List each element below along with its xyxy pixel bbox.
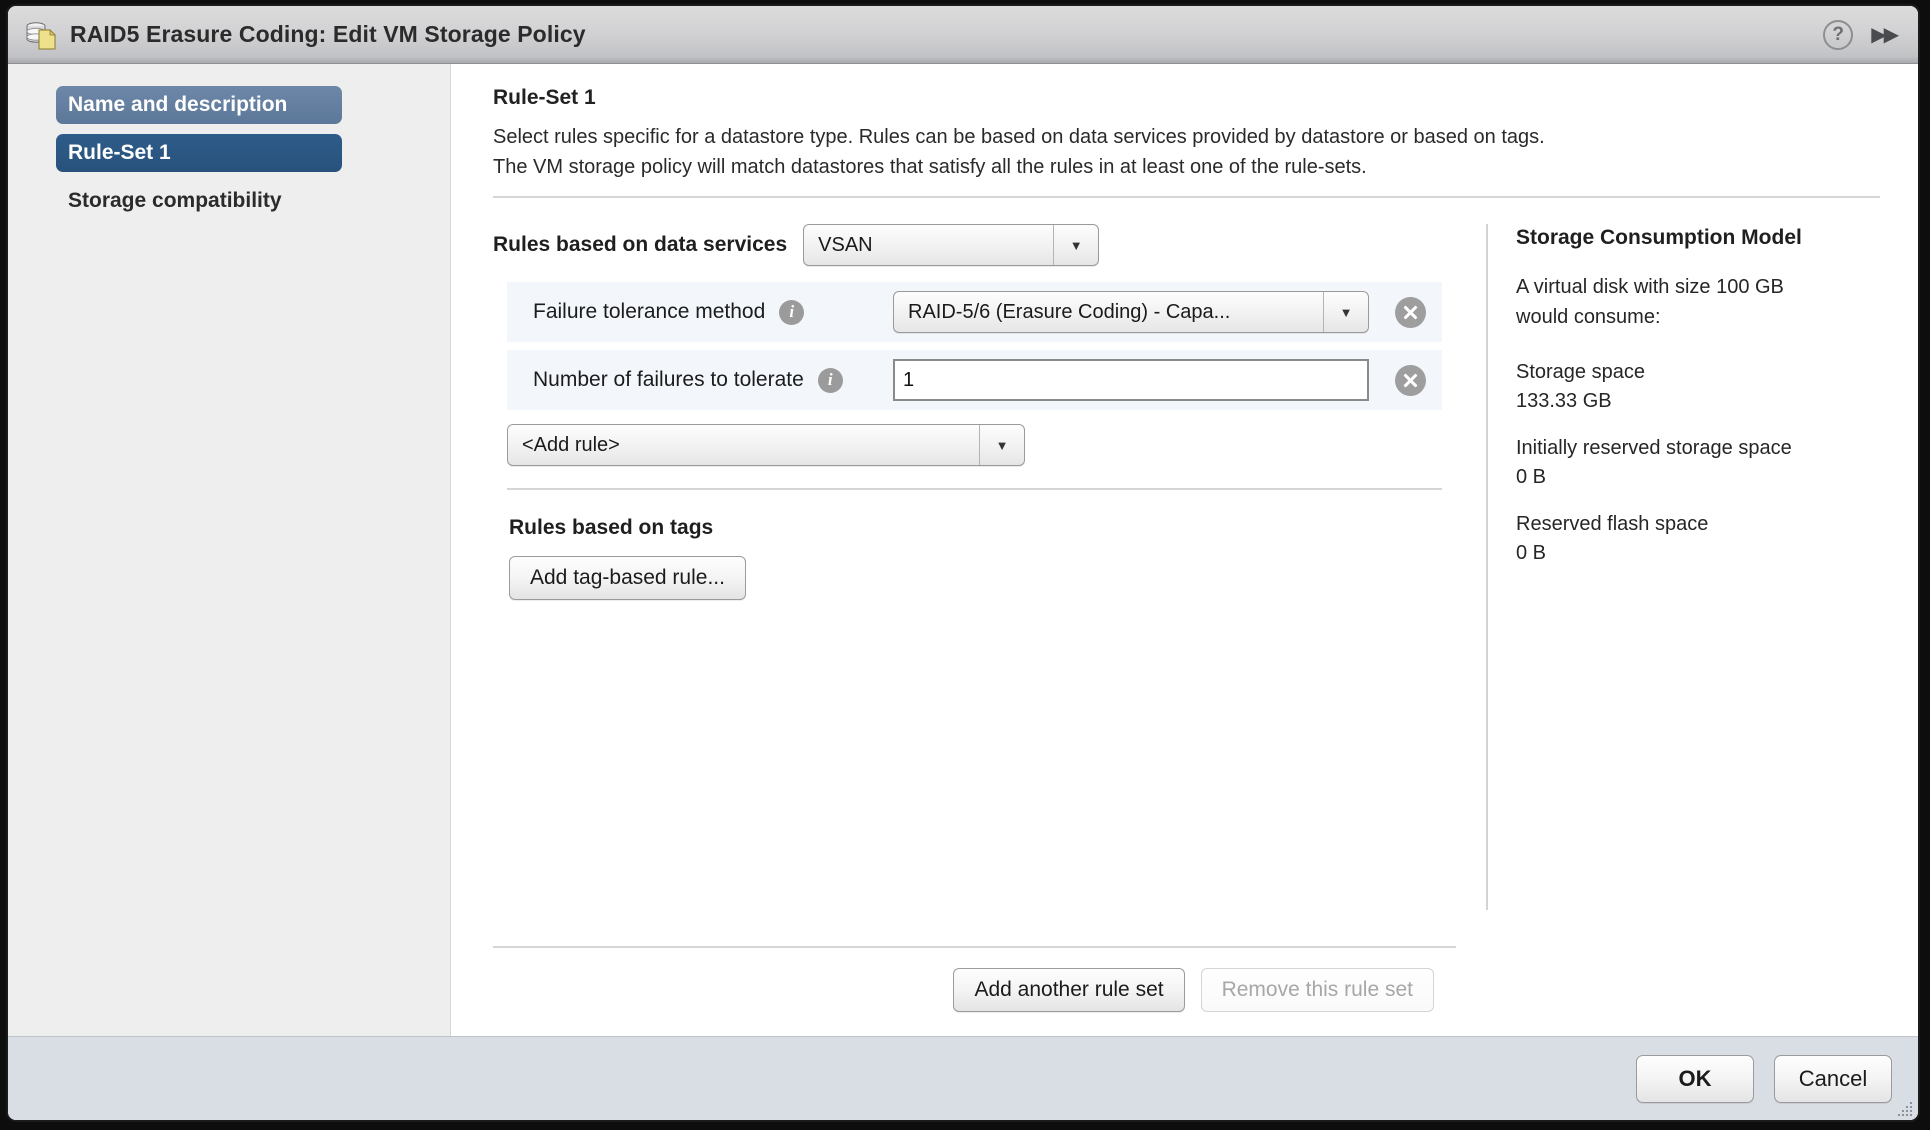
data-services-dropdown[interactable]: VSAN ▼ (803, 224, 1099, 266)
sidebar-item-label: Name and description (68, 93, 287, 117)
data-services-label: Rules based on data services (493, 233, 787, 257)
add-tag-based-rule-button[interactable]: Add tag-based rule... (509, 556, 746, 600)
chevron-down-icon: ▼ (979, 425, 1024, 465)
page-title: Rule-Set 1 (493, 86, 1888, 110)
info-icon[interactable]: i (818, 368, 843, 393)
wizard-sidebar: Name and description Rule-Set 1 Storage … (8, 64, 451, 1036)
help-icon[interactable]: ? (1823, 20, 1853, 50)
storage-consumption-lead: A virtual disk with size 100 GB would co… (1516, 272, 1888, 332)
sidebar-item-rule-set-1[interactable]: Rule-Set 1 (56, 134, 342, 172)
add-rule-dropdown[interactable]: <Add rule> ▼ (507, 424, 1025, 466)
add-rule-value: <Add rule> (508, 425, 979, 465)
storage-space-label: Storage space (1516, 358, 1888, 387)
storage-policy-icon (24, 19, 58, 51)
cancel-button[interactable]: Cancel (1774, 1055, 1892, 1103)
data-services-value: VSAN (804, 225, 1053, 265)
dialog-window: RAID5 Erasure Coding: Edit VM Storage Po… (6, 4, 1920, 1122)
sidebar-item-label: Storage compatibility (68, 189, 282, 213)
storage-consumption-item: Initially reserved storage space 0 B (1516, 434, 1888, 492)
content-columns: Rules based on data services VSAN ▼ Fail… (483, 198, 1888, 1036)
data-services-row: Rules based on data services VSAN ▼ (493, 224, 1464, 266)
sidebar-item-storage-compatibility[interactable]: Storage compatibility (56, 182, 342, 220)
add-another-rule-set-button[interactable]: Add another rule set (953, 968, 1184, 1012)
chevron-down-icon: ▼ (1323, 292, 1368, 332)
remove-this-rule-set-button: Remove this rule set (1201, 968, 1434, 1012)
rules-divider (507, 488, 1442, 490)
initially-reserved-storage-space-label: Initially reserved storage space (1516, 434, 1888, 463)
main-content: Rule-Set 1 Select rules specific for a d… (451, 64, 1918, 1036)
sidebar-item-label: Rule-Set 1 (68, 141, 171, 165)
storage-consumption-title: Storage Consumption Model (1516, 226, 1888, 250)
ok-button[interactable]: OK (1636, 1055, 1754, 1103)
sidebar-item-name-and-description[interactable]: Name and description (56, 86, 342, 124)
storage-consumption-lead-line-2: would consume: (1516, 302, 1888, 332)
rule-label-number-of-failures-to-tolerate: Number of failures to tolerate (533, 368, 804, 392)
reserved-flash-space-label: Reserved flash space (1516, 510, 1888, 539)
rule-row: Failure tolerance method i RAID-5/6 (Era… (507, 282, 1442, 342)
expand-collapse-icon[interactable]: ▶▶ (1871, 22, 1900, 47)
page-description-line-1: Select rules specific for a datastore ty… (493, 122, 1888, 152)
window-title: RAID5 Erasure Coding: Edit VM Storage Po… (70, 21, 586, 48)
remove-rule-icon[interactable] (1395, 297, 1426, 328)
add-rule-row: <Add rule> ▼ (507, 424, 1464, 466)
rule-control: 1 (893, 359, 1426, 401)
rule-row: Number of failures to tolerate i 1 (507, 350, 1442, 410)
chevron-down-icon: ▼ (1053, 225, 1098, 265)
failure-tolerance-method-value: RAID-5/6 (Erasure Coding) - Capa... (894, 292, 1323, 332)
dialog-footer: OK Cancel (8, 1036, 1918, 1120)
remove-rule-icon[interactable] (1395, 365, 1426, 396)
failure-tolerance-method-dropdown[interactable]: RAID-5/6 (Erasure Coding) - Capa... ▼ (893, 291, 1369, 333)
storage-consumption-lead-line-1: A virtual disk with size 100 GB (1516, 272, 1888, 302)
rule-control: RAID-5/6 (Erasure Coding) - Capa... ▼ (893, 291, 1426, 333)
rules-column: Rules based on data services VSAN ▼ Fail… (483, 198, 1464, 1036)
titlebar-actions: ? ▶▶ (1823, 20, 1900, 50)
titlebar: RAID5 Erasure Coding: Edit VM Storage Po… (8, 6, 1918, 64)
resize-grip[interactable] (1894, 1098, 1912, 1116)
add-tag-based-rule-row: Add tag-based rule... (483, 556, 1464, 600)
rules-based-on-tags-title: Rules based on tags (509, 516, 1464, 540)
ruleset-action-bar: Add another rule set Remove this rule se… (493, 946, 1456, 1036)
page-description: Select rules specific for a datastore ty… (493, 122, 1888, 182)
rule-label-failure-tolerance-method: Failure tolerance method (533, 300, 765, 324)
storage-consumption-panel: Storage Consumption Model A virtual disk… (1486, 224, 1888, 910)
dialog-body: Name and description Rule-Set 1 Storage … (8, 64, 1918, 1036)
page-description-line-2: The VM storage policy will match datasto… (493, 152, 1888, 182)
storage-space-value: 133.33 GB (1516, 387, 1888, 416)
initially-reserved-storage-space-value: 0 B (1516, 463, 1888, 492)
storage-consumption-item: Reserved flash space 0 B (1516, 510, 1888, 568)
storage-consumption-item: Storage space 133.33 GB (1516, 358, 1888, 416)
number-of-failures-to-tolerate-input[interactable]: 1 (893, 359, 1369, 401)
info-icon[interactable]: i (779, 300, 804, 325)
reserved-flash-space-value: 0 B (1516, 539, 1888, 568)
